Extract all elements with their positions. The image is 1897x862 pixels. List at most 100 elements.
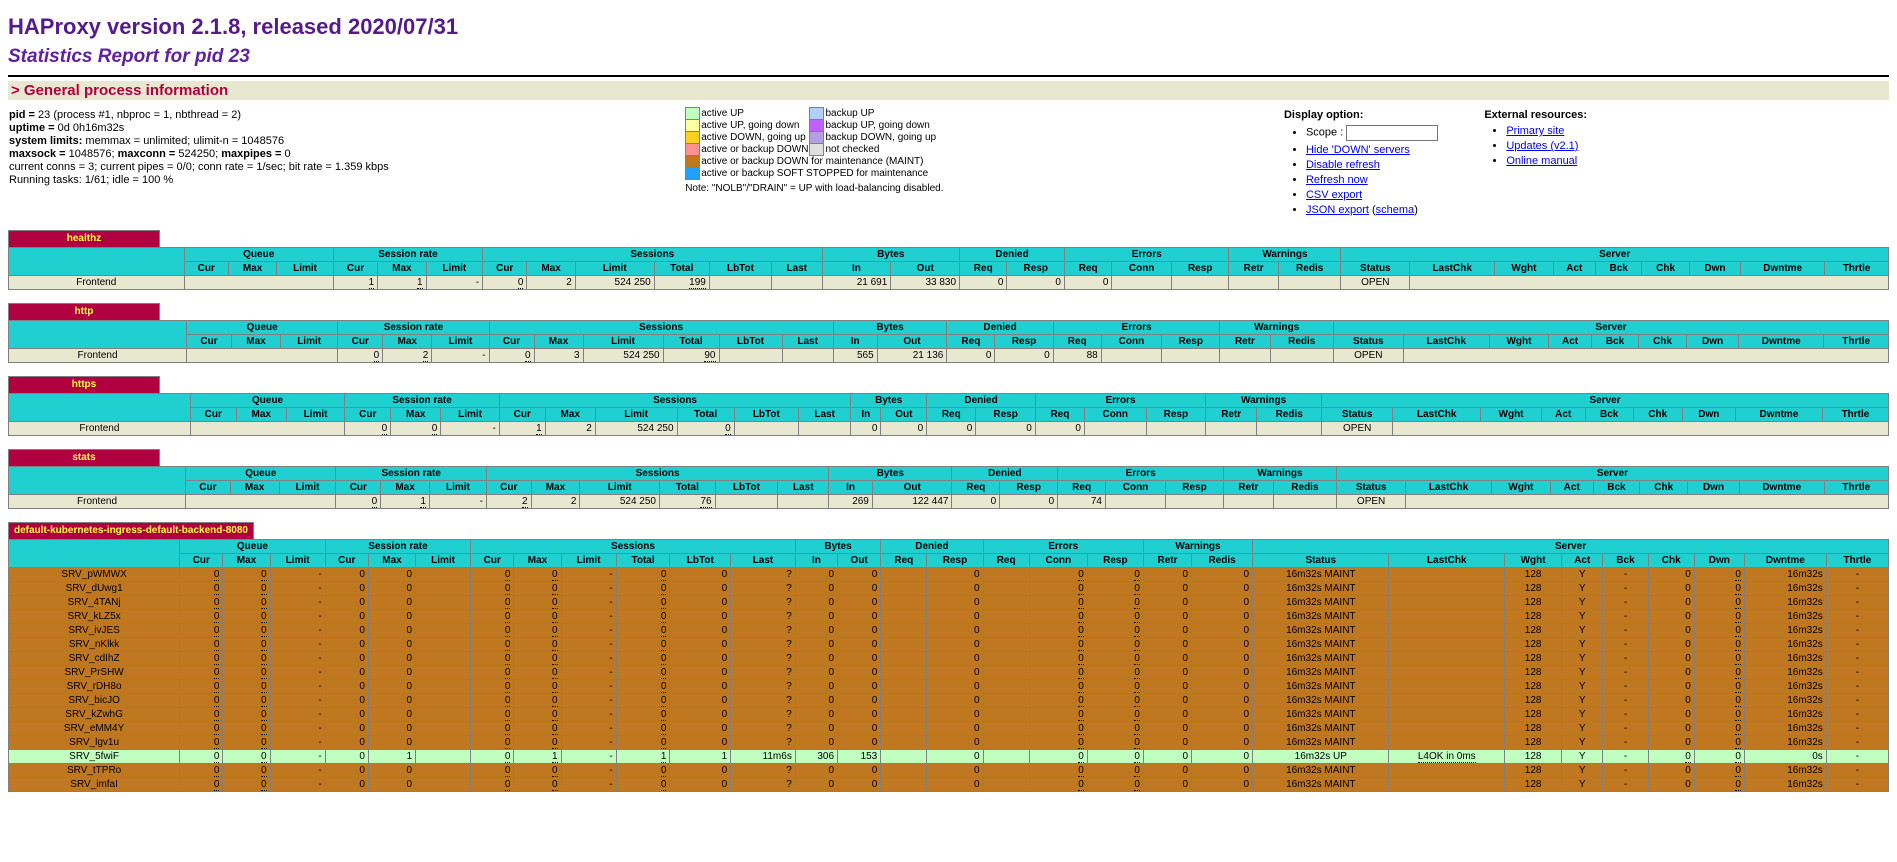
underlined-value: 0 [372, 496, 378, 508]
stat-cell: 0 [1029, 680, 1087, 694]
proxy-name-default-kubernetes-ingress-default-backend-8080[interactable]: default-kubernetes-ingress-default-backe… [8, 522, 254, 539]
legend-row: active or backup DOWN not checked [686, 144, 937, 156]
row-link-srv-imfai[interactable]: SRV_imfaI [70, 779, 118, 790]
row-link-frontend[interactable]: Frontend [78, 350, 118, 361]
stat-cell: 0 [1029, 764, 1087, 778]
underlined-value: 0 [1078, 765, 1084, 777]
column-header-lastchk: LastChk [1410, 262, 1495, 276]
stat-cell: 16m32s [1744, 722, 1826, 736]
row-link-srv-4tanj[interactable]: SRV_4TANj [68, 597, 121, 608]
legend-note: Note: "NOLB"/"DRAIN" = UP with load-bala… [685, 183, 943, 194]
stat-cell: 0 [616, 694, 670, 708]
stat-cell: 0 [368, 736, 415, 750]
stats-table-stats: QueueSession rateSessionsBytesDeniedErro… [8, 466, 1889, 509]
stat-cell: 128 [1505, 568, 1562, 582]
stat-cell: ? [731, 638, 796, 652]
stat-cell: 0 [1648, 652, 1694, 666]
row-link-frontend[interactable]: Frontend [76, 277, 116, 288]
column-header-req: Req [1058, 481, 1106, 495]
underlined-value: 0 [505, 667, 511, 679]
refresh-now-link[interactable]: Refresh now [1306, 174, 1368, 186]
column-group-sessions: Sessions [483, 248, 822, 262]
row-link-srv-prshw[interactable]: SRV_PrSHW [64, 667, 123, 678]
proxy-name-http[interactable]: http [8, 303, 160, 320]
row-link-srv-rdh8o[interactable]: SRV_rDH8o [67, 681, 122, 692]
underlined-value: 1 [417, 277, 423, 289]
stat-cell: 128 [1505, 778, 1562, 792]
stat-cell [1389, 568, 1505, 582]
hide-down-servers-link[interactable]: Hide 'DOWN' servers [1306, 144, 1410, 156]
csv-export-link[interactable]: CSV export [1306, 189, 1362, 201]
stat-cell: - [432, 349, 489, 363]
stat-cell: 16m32s [1744, 680, 1826, 694]
stat-cell: 0 [325, 778, 368, 792]
stat-cell: ? [731, 582, 796, 596]
text-segment: uptime = [9, 122, 58, 134]
schema-link[interactable]: schema [1376, 204, 1415, 216]
underlined-value: 0 [261, 737, 267, 749]
stat-cell: - [270, 610, 325, 624]
stat-cell: 0 [838, 596, 881, 610]
stat-cell: 0 [616, 666, 670, 680]
row-link-srv-klz5x[interactable]: SRV_kLZ5x [68, 611, 121, 622]
underlined-value: 0 [661, 765, 667, 777]
stat-cell: 0 [616, 722, 670, 736]
column-header-last: Last [772, 262, 822, 276]
row-link-srv-ttpro[interactable]: SRV_tTPRo [67, 765, 121, 776]
stat-cell: 0 [223, 666, 270, 680]
stat-cell: 0 [1087, 582, 1143, 596]
column-header-lbtot: LbTot [734, 408, 798, 422]
proxy-name-stats[interactable]: stats [8, 449, 160, 466]
row-link-srv-cdihz[interactable]: SRV_cdIhZ [69, 653, 120, 664]
row-link-srv-nklkk[interactable]: SRV_nKlkk [69, 639, 119, 650]
primary-site-link[interactable]: Primary site [1506, 125, 1564, 137]
disable-refresh-link[interactable]: Disable refresh [1306, 159, 1380, 171]
json-export-link[interactable]: JSON export [1306, 204, 1369, 216]
underlined-value: 0 [505, 583, 511, 595]
stat-cell: 0 [180, 694, 223, 708]
row-link-srv-kzwhg[interactable]: SRV_kZwhG [65, 709, 123, 720]
stats-table-body: QueueSession rateSessionsBytesDeniedErro… [9, 540, 1889, 792]
stat-cell: - [1603, 652, 1648, 666]
underlined-value: 0 [261, 625, 267, 637]
row-link-srv-5fwif[interactable]: SRV_5fwiF [69, 751, 119, 762]
row-link-srv-lgv1u[interactable]: SRV_lgv1u [69, 737, 119, 748]
scope-input[interactable] [1346, 125, 1438, 141]
stats-table-healthz: QueueSession rateSessionsBytesDeniedErro… [8, 247, 1889, 290]
stat-cell: - [1826, 708, 1888, 722]
stat-cell: 0 [368, 610, 415, 624]
stat-cell: 0 [670, 596, 731, 610]
stat-cell: 0 [483, 276, 527, 290]
haproxy-home-link[interactable]: HAProxy version 2.1.8, released 2020/07/… [8, 14, 458, 39]
stat-cell: 0 [1087, 596, 1143, 610]
row-link-srv-bicjo[interactable]: SRV_bicJO [68, 695, 120, 706]
updates-v2-1-link[interactable]: Updates (v2.1) [1506, 140, 1578, 152]
stat-cell: 0 [1087, 680, 1143, 694]
underlined-value: 0 [661, 681, 667, 693]
proxy-name-healthz[interactable]: healthz [8, 230, 160, 247]
underlined-value: 0 [1735, 597, 1741, 609]
online-manual-link[interactable]: Online manual [1506, 155, 1577, 167]
stat-cell: 0 [471, 652, 514, 666]
stat-cell: - [1603, 778, 1648, 792]
stat-cell [416, 652, 471, 666]
row-link-frontend[interactable]: Frontend [77, 496, 117, 507]
stat-cell: 0 [795, 596, 837, 610]
row-link-srv-emm4y[interactable]: SRV_eMM4Y [64, 723, 124, 734]
column-header-max: Max [514, 554, 561, 568]
underlined-value: 0 [552, 765, 558, 777]
column-header-limit: Limit [441, 408, 500, 422]
row-link-srv-duwg1[interactable]: SRV_dUwg1 [66, 583, 123, 594]
row-link-srv-pwmwx[interactable]: SRV_pWMWX [61, 569, 126, 580]
underlined-value: 0 [1078, 639, 1084, 651]
stat-cell [416, 638, 471, 652]
stat-cell: 0 [616, 652, 670, 666]
row-name-cell: SRV_imfaI [9, 778, 180, 792]
row-link-frontend[interactable]: Frontend [79, 423, 119, 434]
column-group-errors: Errors [1058, 467, 1224, 481]
stat-cell: ? [731, 694, 796, 708]
row-link-srv-ivjes[interactable]: SRV_ivJES [68, 625, 120, 636]
column-header-limit: Limit [580, 481, 660, 495]
proxy-name-https[interactable]: https [8, 376, 160, 393]
stat-cell: Y [1562, 736, 1603, 750]
